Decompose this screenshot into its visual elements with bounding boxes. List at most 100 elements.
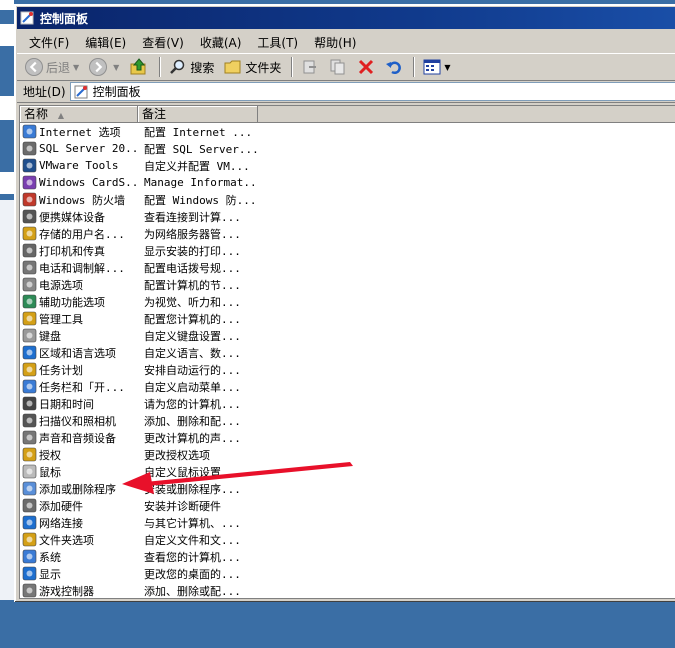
item-name-cell[interactable]: 键盘 bbox=[20, 327, 138, 344]
item-name-cell[interactable]: Windows CardS... bbox=[20, 175, 138, 190]
address-label: 地址(D) bbox=[23, 85, 66, 99]
list-item[interactable]: 系统 查看您的计算机... bbox=[20, 548, 675, 565]
undo-button[interactable] bbox=[381, 56, 407, 78]
chevron-down-icon[interactable]: ▼ bbox=[113, 63, 119, 72]
item-name-cell[interactable]: 添加硬件 bbox=[20, 497, 138, 514]
item-name-cell[interactable]: 游戏控制器 bbox=[20, 582, 138, 598]
item-name-cell[interactable]: 便携媒体设备 bbox=[20, 208, 138, 225]
list-item[interactable]: 添加或删除程序 安装或删除程序... bbox=[20, 480, 675, 497]
menu-view[interactable]: 查看(V) bbox=[134, 32, 192, 53]
list-item[interactable]: 文件夹选项 自定义文件和文... bbox=[20, 531, 675, 548]
item-name-cell[interactable]: 声音和音频设备 bbox=[20, 429, 138, 446]
search-button[interactable]: 搜索 bbox=[165, 56, 218, 78]
item-name-cell[interactable]: 扫描仪和照相机 bbox=[20, 412, 138, 429]
forward-button[interactable]: ▼ bbox=[85, 56, 123, 78]
column-header-name[interactable]: 名称 ▲ bbox=[20, 106, 138, 122]
item-name-cell[interactable]: 电话和调制解... bbox=[20, 259, 138, 276]
desktop-fragment bbox=[0, 24, 14, 46]
list-item[interactable]: Internet 选项 配置 Internet ... bbox=[20, 123, 675, 140]
title-bar[interactable]: 控制面板 bbox=[17, 7, 675, 29]
item-name-cell[interactable]: 日期和时间 bbox=[20, 395, 138, 412]
item-name: 存储的用户名... bbox=[39, 227, 125, 241]
item-name-cell[interactable]: 管理工具 bbox=[20, 310, 138, 327]
up-folder-button[interactable] bbox=[125, 55, 153, 79]
item-name-cell[interactable]: 授权 bbox=[20, 446, 138, 463]
list-item[interactable]: 显示 更改您的桌面的... bbox=[20, 565, 675, 582]
item-name-cell[interactable]: 电源选项 bbox=[20, 276, 138, 293]
list-item[interactable]: 区域和语言选项 自定义语言、数... bbox=[20, 344, 675, 361]
list-item[interactable]: 授权 更改授权选项 bbox=[20, 446, 675, 463]
power-icon bbox=[22, 277, 37, 292]
list-item[interactable]: 鼠标 自定义鼠标设置 bbox=[20, 463, 675, 480]
list-item[interactable]: 电源选项 配置计算机的节... bbox=[20, 276, 675, 293]
move-to-button[interactable] bbox=[297, 56, 323, 78]
address-input[interactable]: 控制面板 bbox=[69, 82, 675, 101]
folders-button[interactable]: 文件夹 bbox=[220, 56, 285, 78]
views-button[interactable]: ▼ bbox=[419, 56, 454, 78]
menu-file[interactable]: 文件(F) bbox=[21, 32, 77, 53]
list-item[interactable]: 存储的用户名... 为网络服务器管... bbox=[20, 225, 675, 242]
list-item[interactable]: 任务栏和「开... 自定义启动菜单... bbox=[20, 378, 675, 395]
chevron-down-icon[interactable]: ▼ bbox=[73, 63, 79, 72]
column-header-desc[interactable]: 备注 bbox=[138, 106, 258, 122]
item-name-cell[interactable]: 显示 bbox=[20, 565, 138, 582]
item-name-cell[interactable]: Internet 选项 bbox=[20, 123, 138, 140]
control-panel-icon bbox=[20, 11, 34, 25]
list-item[interactable]: 打印机和传真 显示安装的打印... bbox=[20, 242, 675, 259]
item-name-cell[interactable]: 添加或删除程序 bbox=[20, 480, 138, 497]
license-icon bbox=[22, 447, 37, 462]
item-name-cell[interactable]: 任务栏和「开... bbox=[20, 378, 138, 395]
list-item[interactable]: SQL Server 20... 配置 SQL Server... bbox=[20, 140, 675, 157]
item-name-cell[interactable]: VMware Tools bbox=[20, 158, 138, 173]
item-name: Windows 防火墙 bbox=[39, 193, 125, 207]
list-item[interactable]: 扫描仪和照相机 添加、删除和配... bbox=[20, 412, 675, 429]
back-button[interactable]: 后退 ▼ bbox=[21, 56, 83, 78]
toolbar-separator bbox=[413, 57, 416, 77]
list-item[interactable]: 网络连接 与其它计算机、... bbox=[20, 514, 675, 531]
chevron-down-icon[interactable]: ▼ bbox=[444, 63, 450, 72]
item-name-cell[interactable]: Windows 防火墙 bbox=[20, 191, 138, 208]
list-item[interactable]: 日期和时间 请为您的计算机... bbox=[20, 395, 675, 412]
menu-tools[interactable]: 工具(T) bbox=[249, 32, 306, 53]
list-item[interactable]: 电话和调制解... 配置电话拨号规... bbox=[20, 259, 675, 276]
list-item[interactable]: Windows CardS... Manage Informat... bbox=[20, 174, 675, 191]
item-description: 配置您计算机的... bbox=[144, 312, 241, 326]
item-name-cell[interactable]: 区域和语言选项 bbox=[20, 344, 138, 361]
list-item[interactable]: 游戏控制器 添加、删除或配... bbox=[20, 582, 675, 598]
item-name: 扫描仪和照相机 bbox=[39, 414, 116, 428]
item-name-cell[interactable]: 文件夹选项 bbox=[20, 531, 138, 548]
menu-help[interactable]: 帮助(H) bbox=[306, 32, 364, 53]
item-name: 辅助功能选项 bbox=[39, 295, 105, 309]
menu-favorites[interactable]: 收藏(A) bbox=[192, 32, 250, 53]
list-item[interactable]: 管理工具 配置您计算机的... bbox=[20, 310, 675, 327]
item-name-cell[interactable]: 网络连接 bbox=[20, 514, 138, 531]
list-item[interactable]: 声音和音频设备 更改计算机的声... bbox=[20, 429, 675, 446]
item-name-cell[interactable]: 存储的用户名... bbox=[20, 225, 138, 242]
item-name-cell[interactable]: 鼠标 bbox=[20, 463, 138, 480]
list-item[interactable]: 便携媒体设备 查看连接到计算... bbox=[20, 208, 675, 225]
toolbar-separator bbox=[159, 57, 162, 77]
item-name-cell[interactable]: 任务计划 bbox=[20, 361, 138, 378]
item-name-cell[interactable]: 打印机和传真 bbox=[20, 242, 138, 259]
column-desc-label: 备注 bbox=[142, 107, 167, 121]
delete-button[interactable] bbox=[353, 56, 379, 78]
menu-edit[interactable]: 编辑(E) bbox=[77, 32, 134, 53]
item-name-cell[interactable]: 系统 bbox=[20, 548, 138, 565]
item-name: 电源选项 bbox=[39, 278, 83, 292]
copy-to-button[interactable] bbox=[325, 56, 351, 78]
toolbar-separator bbox=[291, 57, 294, 77]
item-name-cell[interactable]: 辅助功能选项 bbox=[20, 293, 138, 310]
list-item[interactable]: 任务计划 安排自动运行的... bbox=[20, 361, 675, 378]
list-item[interactable]: 键盘 自定义键盘设置... bbox=[20, 327, 675, 344]
item-description: 添加、删除和配... bbox=[144, 414, 241, 428]
sound-icon bbox=[22, 430, 37, 445]
item-description: 自定义并配置 VM... bbox=[144, 159, 250, 173]
item-name: 添加硬件 bbox=[39, 499, 83, 513]
list-item[interactable]: Windows 防火墙 配置 Windows 防... bbox=[20, 191, 675, 208]
item-description: 自定义文件和文... bbox=[144, 533, 241, 547]
item-name: 授权 bbox=[39, 448, 61, 462]
item-name-cell[interactable]: SQL Server 20... bbox=[20, 141, 138, 156]
list-item[interactable]: 辅助功能选项 为视觉、听力和... bbox=[20, 293, 675, 310]
list-item[interactable]: 添加硬件 安装并诊断硬件 bbox=[20, 497, 675, 514]
list-item[interactable]: VMware Tools 自定义并配置 VM... bbox=[20, 157, 675, 174]
